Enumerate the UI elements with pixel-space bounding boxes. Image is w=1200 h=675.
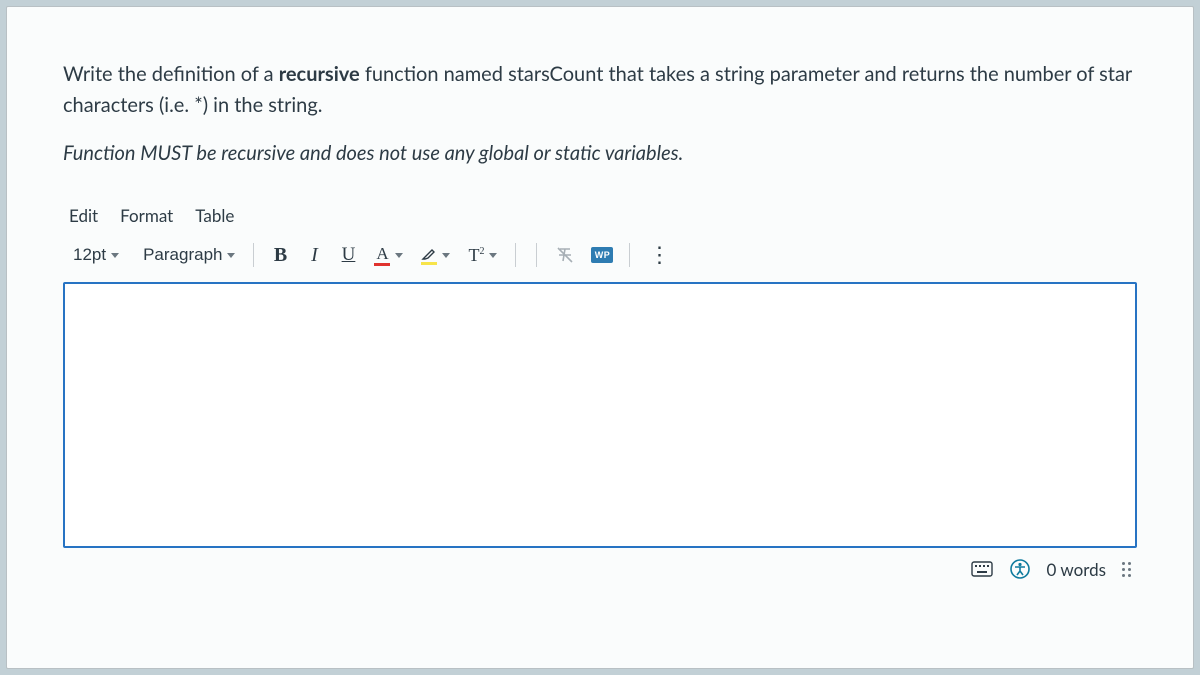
toolbar-separator [536,243,537,267]
accessibility-icon[interactable] [1009,558,1031,580]
rich-text-editor: Edit Format Table 12pt Paragraph B I U [63,199,1137,580]
font-size-label: 12pt [73,245,106,265]
prompt-line2: characters (i.e. *) in the string. [63,93,322,117]
editor-textarea[interactable] [63,282,1137,548]
toolbar-separator [253,243,254,267]
editor-menubar: Edit Format Table [63,199,1137,236]
wp-icon: WP [591,247,613,263]
highlighter-icon [421,246,437,265]
prompt-bold-word: recursive [279,62,360,86]
highlight-color-button[interactable] [413,238,458,272]
prompt-fragment: function named [360,62,508,86]
bold-button[interactable]: B [264,238,296,272]
question-note: Function MUST be recursive and does not … [63,141,1137,165]
underline-button[interactable]: U [332,238,364,272]
superscript-button[interactable]: T2 [460,238,505,272]
clear-formatting-icon [555,245,575,265]
superscript-icon: T2 [468,245,484,266]
question-prompt: Write the definition of a recursive func… [63,59,1137,121]
menu-table[interactable]: Table [195,205,234,226]
editor-statusbar: 0 words [63,548,1137,580]
toolbar-separator [515,243,516,267]
keyboard-icon[interactable] [971,558,993,580]
editor-toolbar: 12pt Paragraph B I U A [63,236,1137,282]
menu-edit[interactable]: Edit [69,205,98,226]
clear-formatting-button[interactable] [547,238,583,272]
more-tools-button[interactable]: ⋮ [640,238,678,272]
block-format-select[interactable]: Paragraph [135,238,243,272]
text-color-icon: A [374,245,390,266]
question-card: Write the definition of a recursive func… [6,6,1194,669]
wp-button[interactable]: WP [585,238,619,272]
resize-handle-icon[interactable] [1122,562,1131,577]
prompt-func-name: starsCount [508,62,603,86]
word-count: 0 words [1047,559,1106,580]
text-color-button[interactable]: A [366,238,411,272]
font-size-select[interactable]: 12pt [65,238,127,272]
prompt-fragment: Write the definition of a [63,62,279,86]
block-format-label: Paragraph [143,245,222,265]
menu-format[interactable]: Format [120,205,173,226]
italic-button[interactable]: I [298,238,330,272]
prompt-fragment: that takes a string parameter and return… [603,62,1132,86]
toolbar-separator [629,243,630,267]
